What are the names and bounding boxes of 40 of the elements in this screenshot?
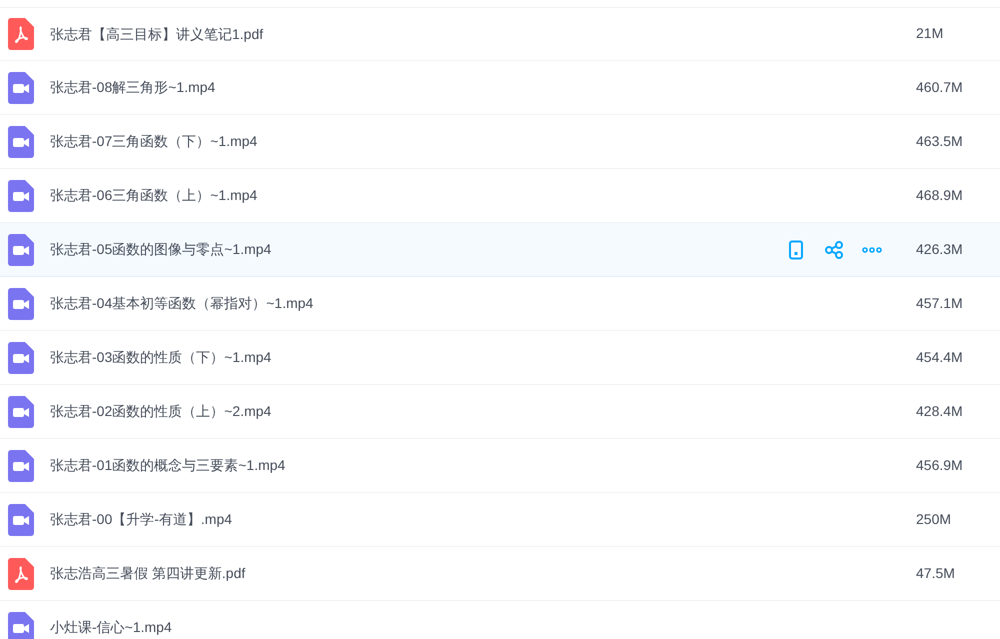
video-file-icon bbox=[8, 180, 34, 212]
file-name[interactable]: 张志君-08解三角形~1.mp4 bbox=[50, 77, 916, 98]
file-size: 463.5M bbox=[916, 132, 963, 148]
file-size: 47.5M bbox=[916, 564, 955, 580]
video-file-icon bbox=[8, 234, 34, 266]
file-name[interactable]: 张志君-02函数的性质（上）~2.mp4 bbox=[50, 401, 916, 422]
video-file-icon bbox=[8, 288, 34, 320]
file-size: 21M bbox=[916, 25, 944, 41]
video-file-icon bbox=[8, 396, 34, 428]
file-name[interactable]: 张志君-05函数的图像与零点~1.mp4 bbox=[50, 239, 786, 260]
file-row[interactable]: 张志君-05函数的图像与零点~1.mp4 426.3M bbox=[0, 223, 1000, 277]
file-name[interactable]: 小灶课-信心~1.mp4 bbox=[50, 617, 916, 638]
share-icon[interactable] bbox=[824, 240, 844, 260]
file-size: 468.9M bbox=[916, 186, 963, 202]
file-name[interactable]: 张志君【高三目标】讲义笔记1.pdf bbox=[50, 24, 916, 44]
phone-icon[interactable] bbox=[786, 240, 806, 260]
video-file-icon bbox=[8, 72, 34, 104]
video-file-icon bbox=[8, 504, 34, 536]
file-size: 457.1M bbox=[916, 294, 963, 310]
file-size: 428.4M bbox=[916, 402, 963, 418]
file-name[interactable]: 张志君-04基本初等函数（幂指对）~1.mp4 bbox=[50, 293, 916, 314]
file-row[interactable]: 张志君【高三目标】讲义笔记1.pdf 21M bbox=[0, 7, 1000, 61]
video-file-icon bbox=[8, 612, 34, 639]
file-size: 454.4M bbox=[916, 348, 963, 364]
video-file-icon bbox=[8, 342, 34, 374]
pdf-file-icon bbox=[8, 558, 34, 590]
file-name[interactable]: 张志君-01函数的概念与三要素~1.mp4 bbox=[50, 455, 916, 476]
video-file-icon bbox=[8, 450, 34, 482]
file-size: 460.7M bbox=[916, 78, 963, 94]
more-icon[interactable] bbox=[862, 246, 882, 252]
file-size: 426.3M bbox=[916, 240, 963, 256]
file-name[interactable]: 张志君-06三角函数（上）~1.mp4 bbox=[50, 185, 916, 206]
video-file-icon bbox=[8, 126, 34, 158]
file-size: 456.9M bbox=[916, 456, 963, 472]
file-name[interactable]: 张志君-07三角函数（下）~1.mp4 bbox=[50, 131, 916, 152]
file-name[interactable]: 张志君-00【升学-有道】.mp4 bbox=[50, 509, 916, 530]
file-size: 250M bbox=[916, 510, 952, 526]
pdf-file-icon bbox=[8, 18, 34, 50]
file-name[interactable]: 张志君-03函数的性质（下）~1.mp4 bbox=[50, 347, 916, 368]
file-name[interactable]: 张志浩高三暑假 第四讲更新.pdf bbox=[50, 563, 916, 584]
